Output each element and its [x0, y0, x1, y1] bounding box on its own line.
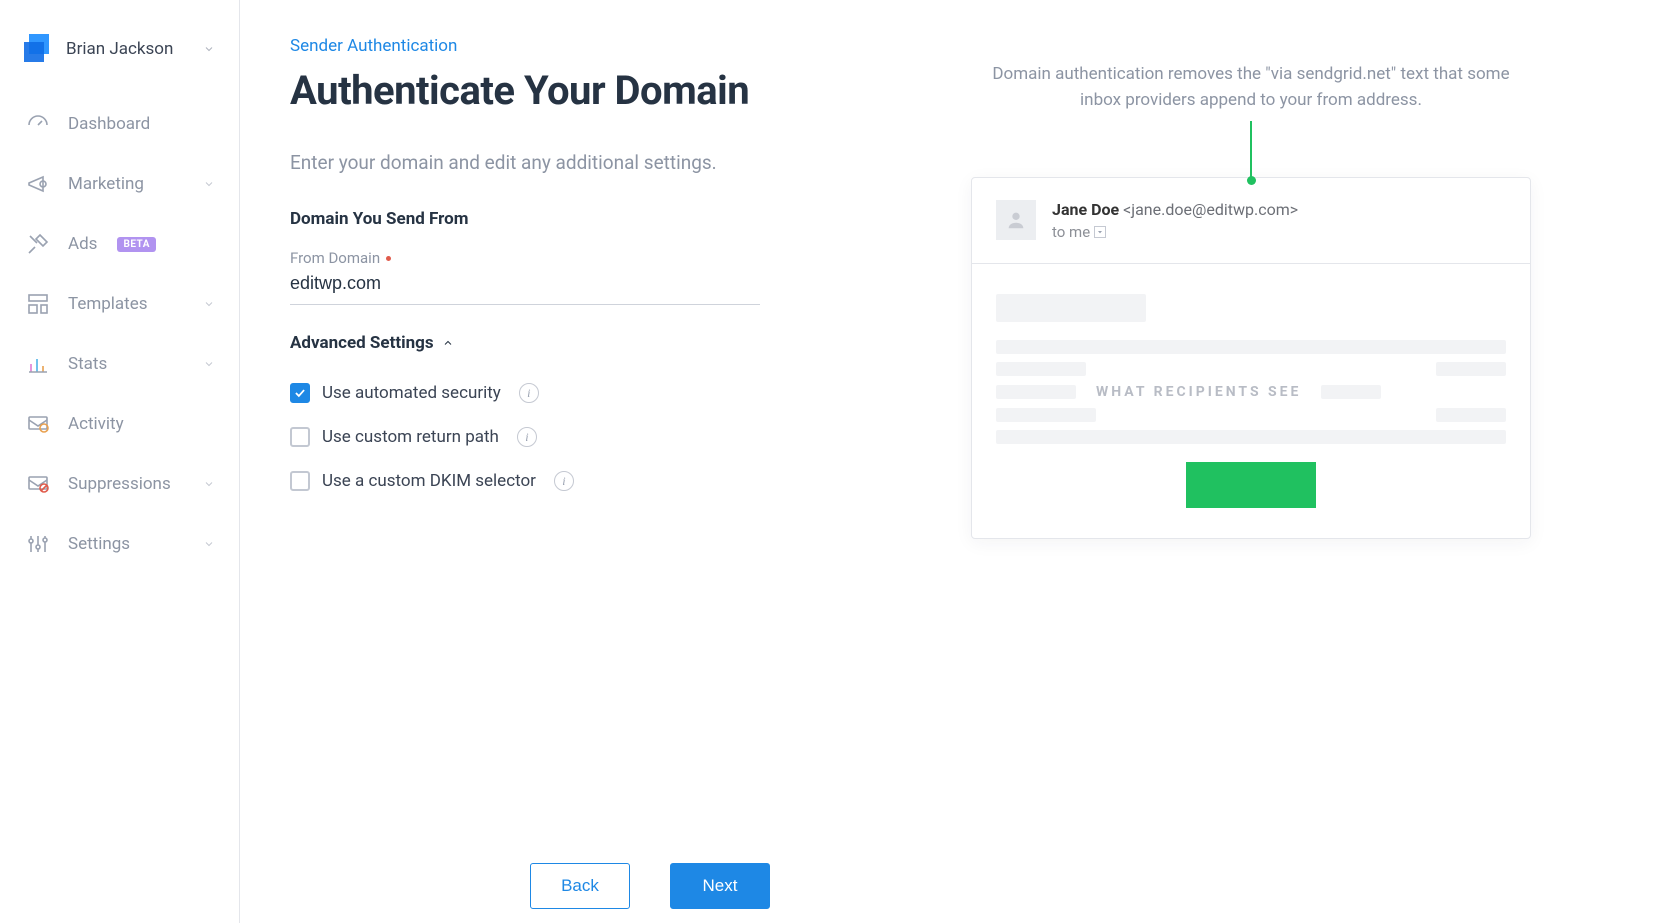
sidebar-item-label: Suppressions [68, 474, 171, 494]
placeholder-block [996, 362, 1086, 376]
beta-badge: BETA [117, 237, 156, 252]
stats-icon [24, 352, 52, 376]
activity-icon [24, 412, 52, 436]
chevron-down-icon [203, 175, 215, 194]
marketing-icon [24, 172, 52, 196]
sidebar-item-label: Dashboard [68, 114, 150, 134]
wizard-footer: Back Next [530, 863, 770, 909]
app-logo-icon [24, 34, 54, 64]
sidebar-item-label: Stats [68, 354, 107, 374]
placeholder-block [996, 385, 1076, 399]
option-label: Use automated security [322, 383, 501, 403]
info-icon[interactable]: i [554, 471, 574, 491]
preview-recipient: to me [1052, 223, 1090, 241]
placeholder-block [1321, 385, 1381, 399]
from-domain-label-text: From Domain [290, 249, 380, 267]
from-domain-label: From Domain [290, 249, 830, 267]
sidebar-item-label: Ads [68, 234, 97, 254]
placeholder-block [1436, 408, 1506, 422]
sidebar-item-label: Settings [68, 534, 130, 554]
placeholder-block [996, 408, 1096, 422]
placeholder-block [996, 430, 1506, 444]
option-label: Use custom return path [322, 427, 499, 447]
advanced-settings-label: Advanced Settings [290, 333, 434, 353]
checkbox-icon[interactable] [290, 427, 310, 447]
checkbox-icon[interactable] [290, 471, 310, 491]
preview-sender-email: <jane.doe@editwp.com> [1123, 200, 1298, 219]
sidebar-item-dashboard[interactable]: Dashboard [0, 94, 239, 154]
avatar-icon [996, 200, 1036, 240]
sidebar-item-settings[interactable]: Settings [0, 514, 239, 574]
option-automated-security[interactable]: Use automated security i [290, 371, 830, 415]
page-title: Authenticate Your Domain [290, 68, 830, 114]
sidebar-nav: Dashboard Marketing Ads BETA T [0, 94, 239, 574]
templates-icon [24, 292, 52, 316]
sidebar-item-ads[interactable]: Ads BETA [0, 214, 239, 274]
email-preview-card: Jane Doe <jane.doe@editwp.com> to me [971, 177, 1531, 539]
sidebar-item-marketing[interactable]: Marketing [0, 154, 239, 214]
sidebar: Brian Jackson Dashboard Marketing [0, 0, 240, 923]
sidebar-item-stats[interactable]: Stats [0, 334, 239, 394]
main-content: Sender Authentication Authenticate Your … [240, 0, 1662, 923]
suppressions-icon [24, 472, 52, 496]
chevron-down-icon [203, 475, 215, 494]
chevron-down-icon [203, 535, 215, 554]
placeholder-block [1436, 362, 1506, 376]
help-text: Domain authentication removes the "via s… [986, 62, 1516, 113]
user-switcher[interactable]: Brian Jackson [0, 20, 239, 94]
preview-cta-button [1186, 462, 1316, 508]
checkbox-icon[interactable] [290, 383, 310, 403]
sidebar-item-label: Marketing [68, 174, 144, 194]
next-button[interactable]: Next [670, 863, 770, 909]
callout-line-icon [1250, 121, 1252, 181]
sidebar-item-activity[interactable]: Activity [0, 394, 239, 454]
dashboard-icon [24, 112, 52, 136]
ads-icon [24, 232, 52, 256]
recipient-dropdown-icon [1094, 226, 1106, 238]
section-domain-title: Domain You Send From [290, 209, 830, 229]
option-custom-return-path[interactable]: Use custom return path i [290, 415, 830, 459]
sidebar-item-suppressions[interactable]: Suppressions [0, 454, 239, 514]
form-column: Sender Authentication Authenticate Your … [290, 36, 830, 863]
breadcrumb[interactable]: Sender Authentication [290, 36, 830, 56]
chevron-down-icon [203, 355, 215, 374]
option-custom-dkim[interactable]: Use a custom DKIM selector i [290, 459, 830, 503]
advanced-settings-toggle[interactable]: Advanced Settings [290, 333, 830, 353]
chevron-down-icon [203, 295, 215, 314]
sidebar-item-label: Activity [68, 414, 124, 434]
page-intro: Enter your domain and edit any additiona… [290, 148, 830, 177]
info-icon[interactable]: i [519, 383, 539, 403]
preview-sender-name: Jane Doe [1052, 200, 1119, 219]
chevron-down-icon [203, 40, 215, 59]
user-name: Brian Jackson [66, 39, 173, 59]
chevron-up-icon [442, 337, 454, 349]
info-icon[interactable]: i [517, 427, 537, 447]
placeholder-block [996, 294, 1146, 322]
placeholder-block [996, 340, 1506, 354]
from-domain-input[interactable] [290, 267, 760, 305]
sidebar-item-templates[interactable]: Templates [0, 274, 239, 334]
required-indicator-icon [386, 256, 391, 261]
sidebar-item-label: Templates [68, 294, 148, 314]
preview-column: Domain authentication removes the "via s… [890, 36, 1612, 863]
preview-watermark: WHAT RECIPIENTS SEE [1096, 384, 1301, 400]
back-button[interactable]: Back [530, 863, 630, 909]
option-label: Use a custom DKIM selector [322, 471, 536, 491]
settings-icon [24, 532, 52, 556]
